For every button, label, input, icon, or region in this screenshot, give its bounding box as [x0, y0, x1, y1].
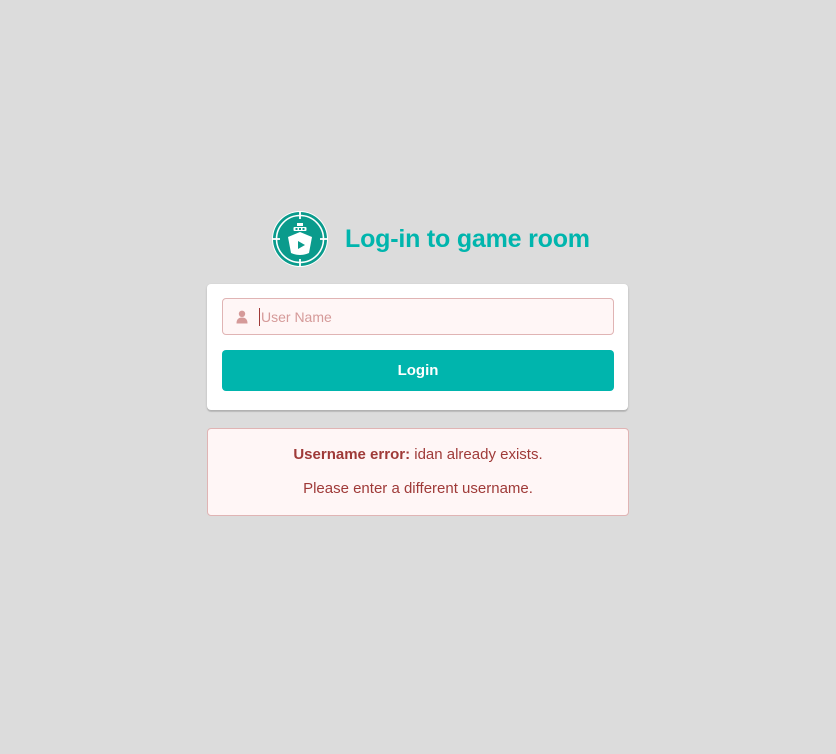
user-icon [236, 310, 248, 324]
error-line: Username error: idan already exists. [208, 446, 628, 463]
error-hint: Please enter a different username. [303, 480, 533, 497]
username-input[interactable] [259, 308, 609, 326]
error-message: Username error: idan already exists. Ple… [207, 428, 629, 516]
ship-crosshair-icon [272, 211, 328, 267]
login-page: Log-in to game room Login Username error… [0, 0, 836, 754]
login-button[interactable]: Login [222, 350, 614, 391]
error-text: idan already exists. [414, 446, 543, 463]
page-title: Log-in to game room [345, 224, 590, 253]
login-header: Log-in to game room [271, 209, 590, 269]
username-field[interactable] [222, 298, 614, 335]
login-form: Login [207, 284, 628, 410]
error-heading: Username error: [293, 446, 411, 463]
